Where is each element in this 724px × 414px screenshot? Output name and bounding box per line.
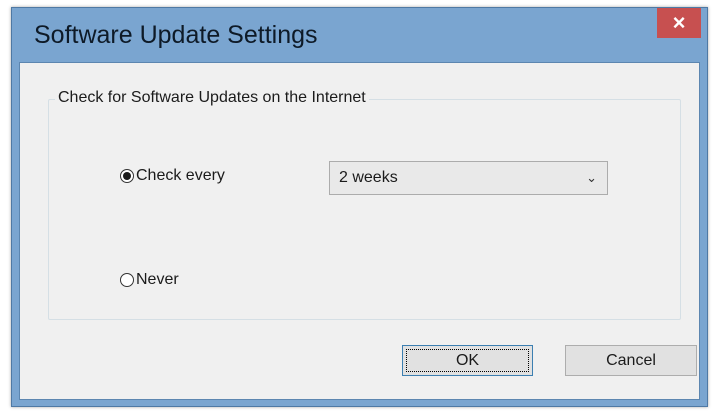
- dialog-window: Software Update Settings × Check for Sof…: [11, 7, 708, 407]
- radio-selected-dot: [123, 172, 131, 180]
- group-legend: Check for Software Updates on the Intern…: [55, 89, 369, 107]
- dialog-title: Software Update Settings: [34, 21, 318, 49]
- frequency-value: 2 weeks: [339, 169, 398, 186]
- chevron-down-icon: ⌄: [586, 170, 597, 185]
- close-icon: ×: [672, 10, 686, 35]
- dialog-client-area: Check for Software Updates on the Intern…: [19, 62, 700, 400]
- never-radio[interactable]: [120, 273, 134, 287]
- close-button[interactable]: ×: [657, 8, 701, 38]
- check-every-label: Check every: [136, 167, 225, 184]
- never-label: Never: [136, 271, 179, 288]
- ok-button[interactable]: OK: [402, 345, 533, 376]
- frequency-select[interactable]: 2 weeks ⌄: [329, 161, 608, 195]
- check-every-option[interactable]: Check every: [120, 167, 225, 185]
- check-every-radio[interactable]: [120, 169, 134, 183]
- never-option[interactable]: Never: [120, 271, 179, 289]
- cancel-button[interactable]: Cancel: [565, 345, 697, 376]
